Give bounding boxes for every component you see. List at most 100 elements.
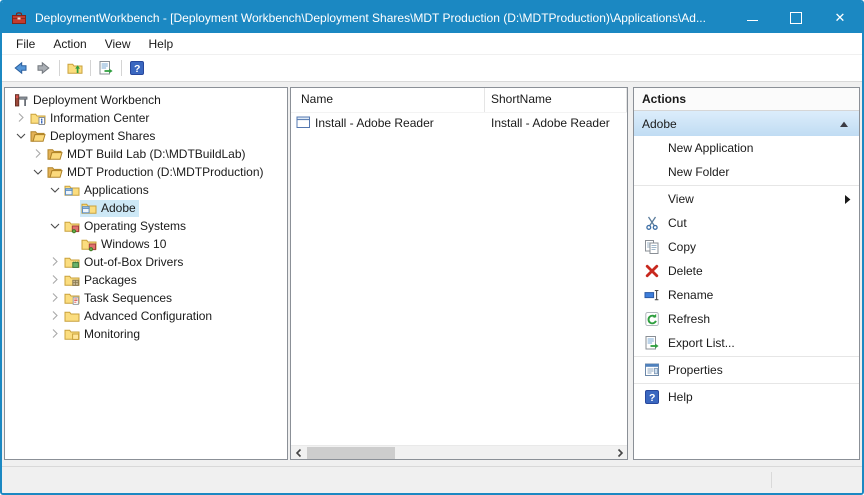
- export-list-icon: [642, 335, 662, 351]
- tree-item-content: Task Sequences: [63, 290, 175, 307]
- actions-group-header[interactable]: Adobe: [634, 111, 859, 136]
- column-header-name[interactable]: Name: [291, 88, 485, 112]
- tree-item-label: Monitoring: [84, 327, 140, 341]
- scrollbar-thumb[interactable]: [307, 447, 395, 459]
- chevron-expanded-icon[interactable]: [46, 217, 63, 235]
- action-rename[interactable]: Rename: [634, 283, 859, 307]
- tree-item-task-sequences[interactable]: Task Sequences: [5, 289, 287, 307]
- folder-info-icon: [30, 110, 46, 126]
- action-help[interactable]: ? Help: [634, 385, 859, 409]
- action-view[interactable]: View: [634, 187, 859, 211]
- copy-icon: [642, 239, 662, 255]
- close-button[interactable]: ✕: [818, 2, 862, 33]
- tree-item-advanced-configuration[interactable]: Advanced Configuration: [5, 307, 287, 325]
- action-label: Help: [668, 390, 693, 404]
- folder-app-icon: [64, 182, 80, 198]
- scroll-left-icon[interactable]: [291, 446, 306, 459]
- minimize-button[interactable]: [730, 2, 774, 33]
- tree-item-adobe[interactable]: Adobe: [5, 199, 287, 217]
- tree-item-deployment-workbench[interactable]: Deployment Workbench: [5, 91, 287, 109]
- toolbar: ?: [2, 55, 862, 82]
- action-label: Refresh: [668, 312, 710, 326]
- chevron-collapsed-icon[interactable]: [46, 289, 63, 307]
- action-delete[interactable]: Delete: [634, 259, 859, 283]
- actions-separator: [634, 383, 859, 384]
- tree-item-applications[interactable]: Applications: [5, 181, 287, 199]
- title-bar: DeploymentWorkbench - [Deployment Workbe…: [2, 2, 862, 33]
- chevron-expanded-icon[interactable]: [29, 163, 46, 181]
- status-bar-separator: [771, 472, 772, 488]
- up-one-level-icon[interactable]: [63, 57, 87, 79]
- folder-open-icon: [47, 164, 63, 180]
- tree-item-mdt-production-d-mdtproduction[interactable]: MDT Production (D:\MDTProduction): [5, 163, 287, 181]
- help-icon: ?: [642, 389, 662, 405]
- tree-item-monitoring[interactable]: Monitoring: [5, 325, 287, 343]
- results-pane: Name ShortName Install - Adobe Reader In…: [290, 87, 628, 460]
- chevron-collapsed-icon[interactable]: [46, 253, 63, 271]
- folder-os-icon: [64, 218, 80, 234]
- action-new-folder[interactable]: New Folder: [634, 160, 859, 184]
- chevron-collapsed-icon[interactable]: [46, 271, 63, 289]
- action-export-list[interactable]: Export List...: [634, 331, 859, 355]
- tree-item-content: Packages: [63, 272, 140, 289]
- chevron-collapsed-icon[interactable]: [46, 307, 63, 325]
- menu-help[interactable]: Help: [140, 34, 183, 54]
- action-properties[interactable]: Properties: [634, 358, 859, 382]
- tree-item-label: Adobe: [101, 201, 136, 215]
- action-new-application[interactable]: New Application: [634, 136, 859, 160]
- chevron-expanded-icon[interactable]: [12, 127, 29, 145]
- delete-icon: [642, 263, 662, 279]
- menu-view[interactable]: View: [96, 34, 140, 54]
- back-icon[interactable]: [8, 57, 32, 79]
- forward-icon[interactable]: [32, 57, 56, 79]
- folder-app-icon: [81, 200, 97, 216]
- app-window-icon: [296, 115, 312, 131]
- maximize-button[interactable]: [774, 2, 818, 33]
- tree-item-packages[interactable]: Packages: [5, 271, 287, 289]
- menu-action[interactable]: Action: [44, 34, 95, 54]
- tree-item-label: Windows 10: [101, 237, 166, 251]
- tree-item-windows-10[interactable]: Windows 10: [5, 235, 287, 253]
- action-label: Copy: [668, 240, 696, 254]
- tree-item-label: Deployment Workbench: [33, 93, 161, 107]
- tree-item-out-of-box-drivers[interactable]: Out-of-Box Drivers: [5, 253, 287, 271]
- tree-item-content: MDT Production (D:\MDTProduction): [46, 164, 267, 181]
- close-icon: ✕: [835, 9, 846, 27]
- window-controls: ✕: [730, 2, 862, 33]
- tree-item-mdt-build-lab-d-mdtbuildlab[interactable]: MDT Build Lab (D:\MDTBuildLab): [5, 145, 287, 163]
- menu-file[interactable]: File: [7, 34, 44, 54]
- folder-open-icon: [47, 146, 63, 162]
- action-cut[interactable]: Cut: [634, 211, 859, 235]
- tree-item-content: Adobe: [80, 200, 139, 217]
- maximize-icon: [790, 12, 802, 24]
- scroll-right-icon[interactable]: [612, 446, 627, 459]
- action-label: New Folder: [668, 165, 729, 179]
- collapse-group-icon[interactable]: [839, 117, 849, 131]
- horizontal-scrollbar[interactable]: [291, 445, 627, 459]
- minimize-icon: [747, 20, 758, 21]
- chevron-expanded-icon[interactable]: [46, 181, 63, 199]
- actions-separator: [634, 185, 859, 186]
- column-header-shortname[interactable]: ShortName: [485, 88, 627, 112]
- action-copy[interactable]: Copy: [634, 235, 859, 259]
- deployment-workbench-window: DeploymentWorkbench - [Deployment Workbe…: [0, 0, 864, 495]
- help-toolbar-icon[interactable]: ?: [125, 57, 149, 79]
- folder-package-icon: [64, 272, 80, 288]
- action-label: New Application: [668, 141, 753, 155]
- list-row[interactable]: Install - Adobe Reader Install - Adobe R…: [291, 113, 627, 132]
- tree-item-label: Packages: [84, 273, 137, 287]
- chevron-collapsed-icon[interactable]: [46, 325, 63, 343]
- tree-item-deployment-shares[interactable]: Deployment Shares: [5, 127, 287, 145]
- chevron-collapsed-icon[interactable]: [29, 145, 46, 163]
- tree-item-content: Operating Systems: [63, 218, 189, 235]
- export-list-toolbar-icon[interactable]: [94, 57, 118, 79]
- action-refresh[interactable]: Refresh: [634, 307, 859, 331]
- cut-icon: [642, 215, 662, 231]
- tree-item-information-center[interactable]: Information Center: [5, 109, 287, 127]
- folder-task-icon: [64, 290, 80, 306]
- tree-item-operating-systems[interactable]: Operating Systems: [5, 217, 287, 235]
- svg-text:?: ?: [649, 392, 655, 404]
- tree-item-content: Deployment Shares: [29, 128, 158, 145]
- folder-os-icon: [81, 236, 97, 252]
- chevron-collapsed-icon[interactable]: [12, 109, 29, 127]
